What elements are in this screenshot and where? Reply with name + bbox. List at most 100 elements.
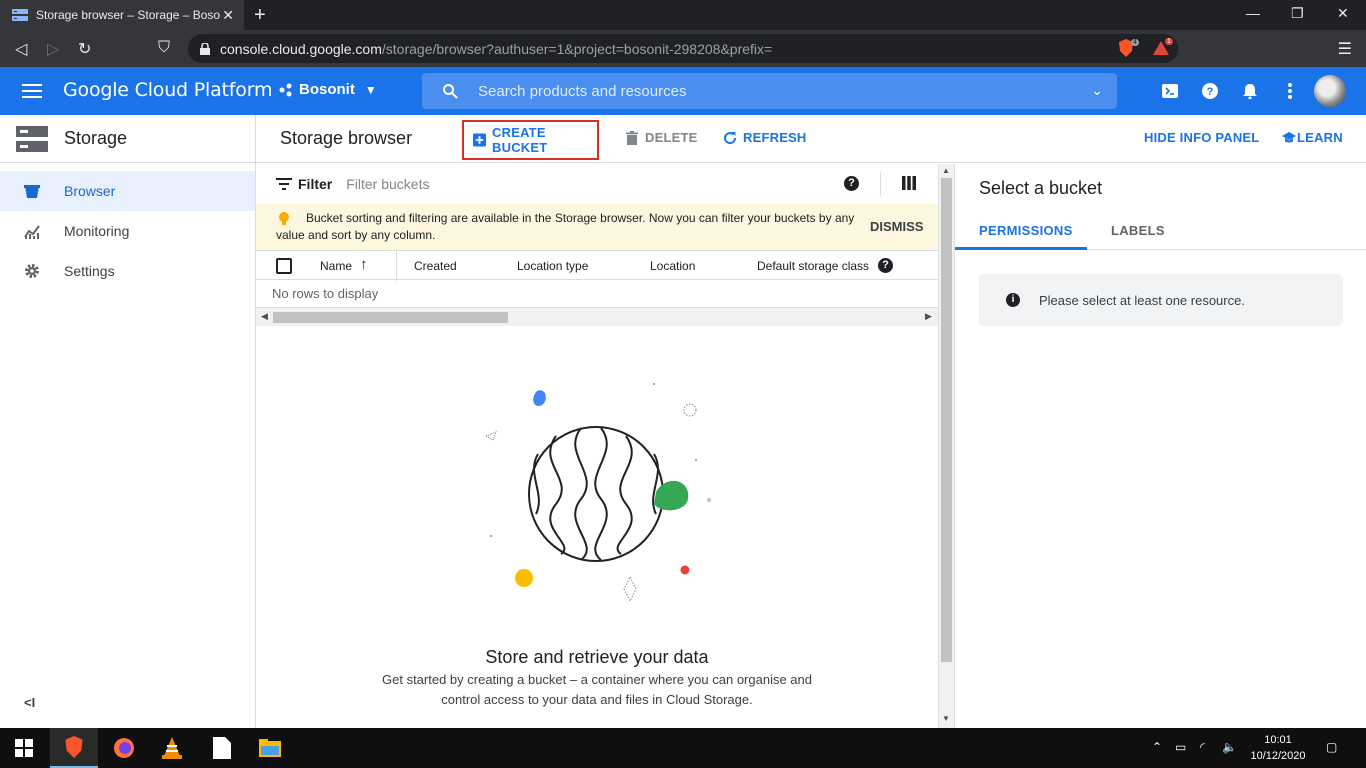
gcp-header: Google Cloud Platform Bosonit ▼ ⌄ ?	[0, 67, 1366, 115]
document-icon	[213, 737, 231, 759]
delete-button[interactable]: DELETE	[625, 130, 697, 145]
trash-icon	[626, 130, 638, 145]
taskbar-file-explorer[interactable]	[246, 728, 294, 768]
hide-info-panel-label: HIDE INFO PANEL	[1144, 130, 1260, 145]
sidebar-item-monitoring[interactable]: Monitoring	[0, 211, 255, 251]
storage-favicon-icon	[12, 9, 28, 21]
taskbar-vlc[interactable]	[148, 728, 196, 768]
bucket-icon	[24, 185, 40, 198]
info-panel: Select a bucket PERMISSIONS LABELS i Ple…	[954, 164, 1366, 728]
help-icon[interactable]: ?	[1200, 81, 1220, 101]
windows-logo-icon	[15, 739, 33, 757]
reload-icon[interactable]: ↻	[78, 39, 91, 59]
filter-icon	[276, 178, 292, 190]
bookmark-icon[interactable]: ⛉	[158, 39, 170, 57]
column-header-location[interactable]: Location	[650, 259, 695, 273]
create-bucket-button[interactable]: CREATE BUCKET	[462, 120, 599, 160]
more-options-icon[interactable]	[1280, 81, 1300, 101]
scrollbar-thumb[interactable]	[941, 178, 952, 662]
left-navigation: Storage Browser Monitoring Settings <I	[0, 115, 256, 728]
back-icon[interactable]: ◁	[15, 39, 27, 59]
storage-content: Filter Filter buckets ? Bucket sorting a…	[256, 164, 938, 728]
system-clock[interactable]: 10:01 10/12/2020	[1250, 732, 1306, 764]
column-header-storage-class[interactable]: Default storage class	[757, 259, 869, 273]
vertical-scrollbar[interactable]: ▲ ▼	[938, 164, 954, 728]
scroll-left-icon[interactable]: ◀	[261, 311, 268, 322]
scroll-down-icon[interactable]: ▼	[942, 714, 950, 723]
sort-ascending-icon[interactable]: ↑	[360, 256, 368, 273]
page-toolbar: Storage browser CREATE BUCKET DELETE REF…	[256, 115, 1366, 163]
empty-state-title: Store and retrieve your data	[485, 647, 709, 667]
platform-title[interactable]: Google Cloud Platform	[63, 79, 272, 101]
project-icon	[279, 83, 292, 96]
clock-date: 10/12/2020	[1250, 750, 1306, 762]
column-header-name[interactable]: Name	[320, 259, 352, 273]
start-button[interactable]	[0, 728, 48, 768]
column-header-created[interactable]: Created	[414, 259, 457, 273]
search-icon	[443, 84, 458, 99]
column-header-location-type[interactable]: Location type	[517, 259, 588, 273]
scrollbar-thumb[interactable]	[273, 312, 508, 323]
taskbar-brave[interactable]	[50, 728, 98, 768]
filter-input[interactable]: Filter buckets	[346, 176, 429, 192]
help-icon[interactable]: ?	[844, 176, 859, 191]
help-icon[interactable]: ?	[878, 258, 893, 273]
create-bucket-label: CREATE BUCKET	[492, 125, 548, 155]
product-title: Storage	[64, 128, 128, 148]
restore-icon[interactable]: ❐	[1291, 5, 1304, 22]
filter-bar: Filter Filter buckets ?	[256, 164, 938, 204]
learn-button[interactable]: LEARN	[1282, 130, 1343, 145]
search-bar[interactable]: ⌄	[422, 73, 1117, 109]
cloud-shell-icon[interactable]	[1160, 81, 1180, 101]
browser-toolbar: ◁ ▷ ↻ ⛉ console.cloud.google.com/storage…	[0, 30, 1366, 67]
column-display-icon[interactable]	[902, 176, 916, 190]
dismiss-button[interactable]: DISMISS	[870, 218, 923, 235]
select-all-checkbox[interactable]	[276, 258, 292, 274]
collapse-nav-icon[interactable]: <I	[24, 695, 35, 710]
refresh-icon	[724, 131, 737, 144]
notifications-icon[interactable]	[1240, 81, 1260, 101]
main-menu-icon[interactable]	[22, 81, 42, 101]
browser-menu-icon[interactable]: ☰	[1338, 39, 1352, 59]
horizontal-scrollbar[interactable]: ◀ ▶	[256, 308, 938, 326]
scroll-right-icon[interactable]: ▶	[925, 311, 932, 322]
battery-icon[interactable]: ▭	[1175, 740, 1186, 754]
info-panel-tabs: PERMISSIONS LABELS	[955, 212, 1366, 250]
tab-title: Storage browser – Storage – Bosonit	[36, 8, 220, 22]
project-name: Bosonit	[299, 81, 355, 98]
folder-icon	[259, 739, 281, 757]
new-tab-icon[interactable]: +	[254, 4, 266, 27]
page-title: Storage browser	[280, 128, 413, 148]
notifications-center-icon[interactable]: ▢	[1326, 740, 1337, 754]
notice-text: Bucket sorting and filtering are availab…	[276, 211, 855, 242]
sidebar-item-settings[interactable]: Settings	[0, 251, 255, 291]
tray-expand-icon[interactable]: ⌃	[1152, 740, 1162, 754]
learn-label: LEARN	[1297, 130, 1343, 145]
volume-icon[interactable]: 🔈	[1222, 740, 1237, 754]
info-notice: Bucket sorting and filtering are availab…	[256, 204, 938, 250]
sidebar-item-browser[interactable]: Browser	[0, 171, 255, 211]
tab-close-icon[interactable]: ✕	[222, 7, 234, 24]
table-header: Name ↑ Created Location type Location De…	[256, 250, 938, 281]
tab-permissions[interactable]: PERMISSIONS	[979, 223, 1073, 238]
search-input[interactable]	[478, 82, 1058, 100]
scroll-up-icon[interactable]: ▲	[942, 166, 950, 175]
close-window-icon[interactable]: ✕	[1337, 5, 1349, 22]
refresh-button[interactable]: REFRESH	[723, 130, 807, 145]
hide-info-panel-button[interactable]: HIDE INFO PANEL	[1144, 130, 1259, 145]
lock-icon	[200, 42, 210, 55]
address-bar[interactable]: console.cloud.google.com/storage/browser…	[188, 34, 1178, 63]
gear-icon	[25, 264, 39, 278]
sidebar-item-label: Browser	[64, 183, 116, 199]
taskbar-firefox[interactable]	[100, 728, 148, 768]
browser-tab[interactable]: Storage browser – Storage – Bosonit ✕	[0, 0, 244, 30]
minimize-icon[interactable]: —	[1246, 5, 1260, 21]
avatar[interactable]	[1314, 75, 1346, 107]
project-selector[interactable]: Bosonit ▼	[279, 81, 377, 98]
search-expand-icon[interactable]: ⌄	[1091, 82, 1103, 99]
tab-labels[interactable]: LABELS	[1111, 223, 1165, 238]
firefox-icon	[114, 738, 134, 758]
wifi-icon[interactable]: ◜	[1200, 740, 1205, 754]
forward-icon[interactable]: ▷	[47, 39, 59, 59]
taskbar-document[interactable]	[198, 728, 246, 768]
